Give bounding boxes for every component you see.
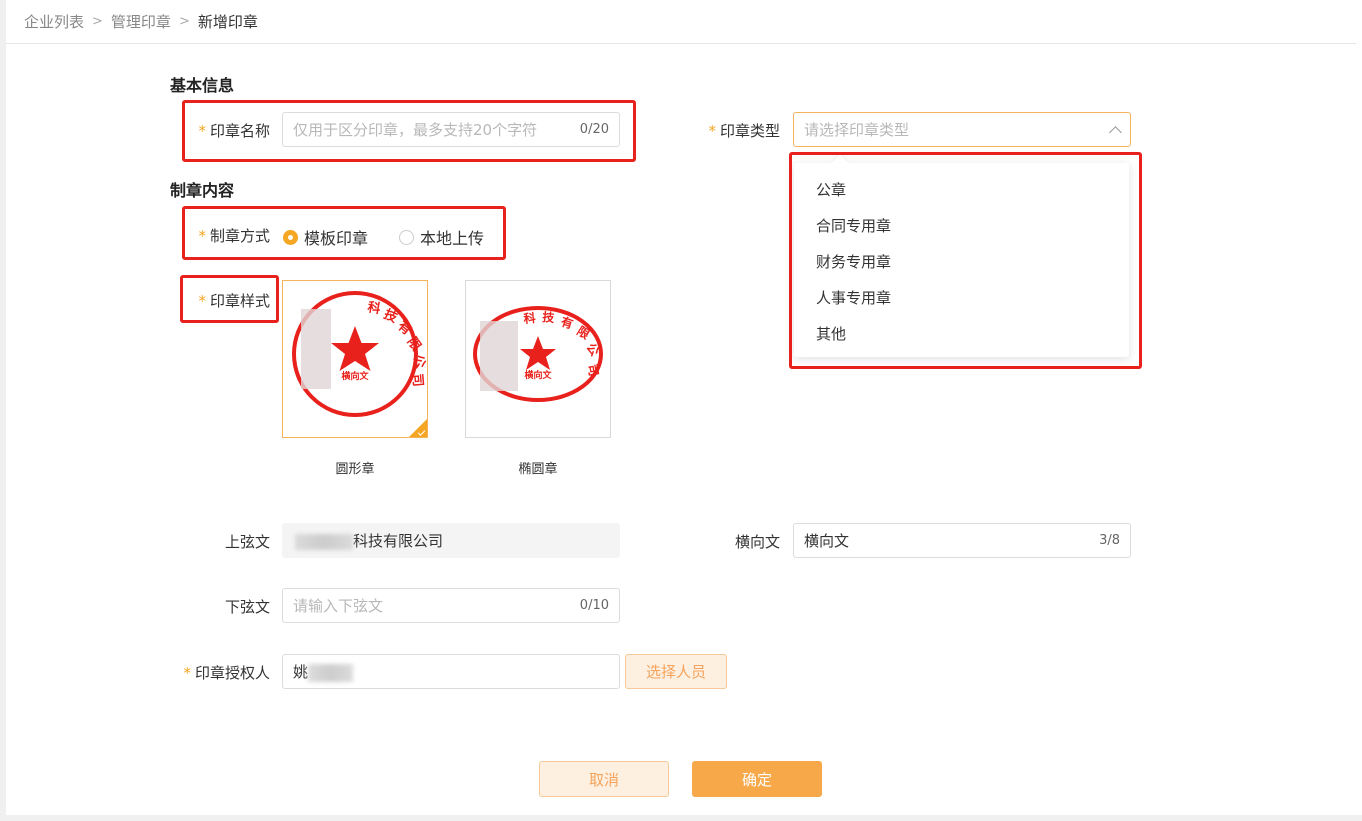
header-divider: [6, 43, 1356, 44]
highlight-box: [182, 100, 636, 162]
cancel-button[interactable]: 取消: [539, 761, 669, 797]
horizontal-text-label: 横向文: [734, 533, 780, 551]
star-icon: [331, 326, 379, 371]
horizontal-text-char-count: 3/8: [1099, 533, 1120, 548]
horizontal-text-input[interactable]: 横向文 3/8: [793, 523, 1131, 558]
breadcrumb-link-manage-seals[interactable]: 管理印章: [111, 11, 171, 32]
star-icon: [520, 336, 556, 370]
seal-type-select[interactable]: 请选择印章类型: [793, 112, 1131, 147]
seal-style-round-card[interactable]: 横向文 科 技 有 限 公 司: [282, 280, 428, 438]
highlight-box: [180, 275, 279, 323]
svg-text:限: 限: [404, 335, 424, 355]
authorizer-input[interactable]: 姚: [282, 654, 620, 689]
lower-text-char-count: 0/10: [579, 598, 609, 613]
svg-text:科: 科: [366, 299, 382, 317]
svg-text:横向文: 横向文: [524, 369, 552, 381]
breadcrumb-link-enterprise-list[interactable]: 企业列表: [24, 11, 84, 32]
highlight-box: [789, 152, 1142, 369]
chevron-right-icon: >: [92, 14, 103, 29]
blurred-region: [308, 664, 353, 682]
blurred-region: [480, 321, 518, 391]
svg-text:技: 技: [542, 309, 556, 325]
svg-text:公: 公: [409, 353, 428, 370]
seal-style-round-caption: 圆形章: [335, 462, 375, 477]
confirm-button[interactable]: 确定: [692, 761, 822, 797]
oval-seal-preview: 横向文 科 技 有 限 公 司: [473, 306, 603, 402]
svg-text:科: 科: [523, 310, 536, 326]
blurred-region: [301, 309, 331, 389]
upper-text-label: 上弦文: [224, 533, 270, 551]
select-personnel-button[interactable]: 选择人员: [625, 654, 727, 689]
svg-text:司: 司: [585, 363, 601, 377]
chevron-up-icon: [1109, 125, 1122, 139]
breadcrumb-current: 新增印章: [197, 13, 258, 31]
svg-text:横向文: 横向文: [341, 370, 369, 382]
breadcrumb: 企业列表 > 管理印章 > 新增印章: [24, 11, 258, 32]
seal-style-oval-caption: 椭圆章: [518, 462, 558, 477]
svg-text:司: 司: [409, 373, 425, 387]
section-title-content: 制章内容: [170, 181, 235, 200]
lower-text-input[interactable]: 请输入下弦文 0/10: [282, 588, 620, 623]
upper-text-input: 科技有限公司: [282, 523, 620, 558]
seal-style-oval-card[interactable]: 横向文 科 技 有 限 公 司: [465, 280, 611, 438]
blurred-region: [295, 534, 353, 550]
seal-type-label: * 印章类型: [708, 122, 780, 140]
lower-text-label: 下弦文: [224, 598, 270, 616]
section-title-basic: 基本信息: [170, 76, 235, 95]
highlight-box: [182, 206, 506, 260]
round-seal-preview: 横向文 科 技 有 限 公 司: [292, 291, 428, 417]
chevron-right-icon: >: [178, 14, 190, 29]
authorizer-label: * 印章授权人: [183, 664, 270, 682]
